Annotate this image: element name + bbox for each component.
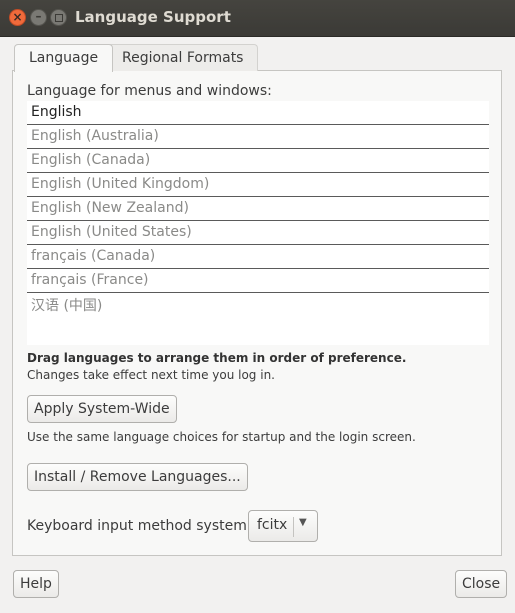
tab-regional-formats[interactable]: Regional Formats [107,44,259,71]
language-list[interactable]: English English (Australia) English (Can… [27,101,489,345]
apply-note: Use the same language choices for startu… [27,430,416,444]
chevron-down-icon: ▼ [299,517,307,528]
window-maximize-button[interactable] [50,9,67,26]
list-item[interactable]: 汉语 (中国) [27,293,489,318]
maximize-icon [55,14,63,22]
window-close-button[interactable]: × [9,9,26,26]
input-method-value: fcitx [257,517,288,533]
list-item[interactable]: English (Australia) [27,125,489,149]
tab-language[interactable]: Language [14,44,114,72]
language-list-heading: Language for menus and windows: [27,83,272,99]
list-item[interactable]: English (New Zealand) [27,197,489,221]
input-method-select[interactable]: fcitx ▼ [248,510,318,542]
install-remove-languages-button[interactable]: Install / Remove Languages... [27,463,248,491]
drag-hint: Drag languages to arrange them in order … [27,351,407,365]
window-title: Language Support [75,8,231,26]
effect-note: Changes take effect next time you log in… [27,368,275,382]
combo-divider [293,517,294,537]
list-item[interactable]: English (Canada) [27,149,489,173]
title-bar: × – Language Support [0,0,515,37]
apply-system-wide-button[interactable]: Apply System-Wide [27,395,177,423]
input-method-label: Keyboard input method system: [27,518,252,534]
list-item[interactable]: English (United States) [27,221,489,245]
close-button[interactable]: Close [455,570,508,598]
list-item[interactable]: français (Canada) [27,245,489,269]
list-item[interactable]: English (United Kingdom) [27,173,489,197]
help-button[interactable]: Help [13,570,59,598]
list-item[interactable]: English [27,101,489,125]
list-item[interactable]: français (France) [27,269,489,293]
window-minimize-button[interactable]: – [30,9,47,26]
